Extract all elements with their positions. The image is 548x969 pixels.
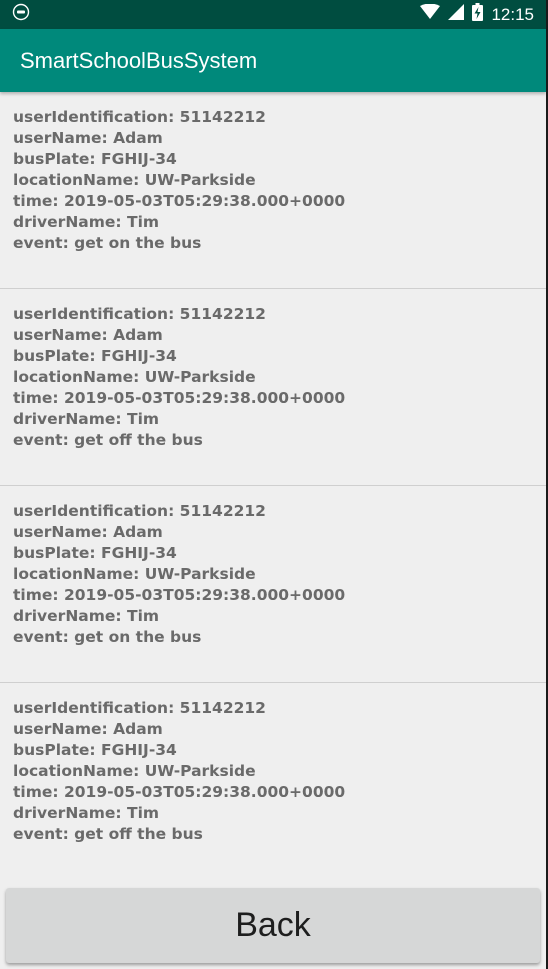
time-text: time: 2019-05-03T05:29:38.000+0000 [13, 586, 346, 604]
list-item[interactable]: userIdentification: 51142212 userName: A… [0, 683, 546, 879]
user-identification-text: userIdentification: 51142212 [13, 305, 266, 323]
list-item[interactable]: userIdentification: 51142212 userName: A… [0, 289, 546, 486]
bus-plate-text: busPlate: FGHIJ-34 [13, 544, 177, 562]
user-identification-text: userIdentification: 51142212 [13, 699, 266, 717]
user-name-text: userName: Adam [13, 326, 163, 344]
bus-plate-text: busPlate: FGHIJ-34 [13, 150, 177, 168]
list-item[interactable]: userIdentification: 51142212 userName: A… [0, 92, 546, 289]
user-name-text: userName: Adam [13, 523, 163, 541]
app-bar: SmartSchoolBusSystem [0, 29, 546, 92]
event-text: event: get off the bus [13, 431, 203, 449]
event-text: event: get on the bus [13, 234, 202, 252]
wifi-icon [420, 3, 441, 25]
status-bar: 12:15 [0, 0, 546, 29]
back-button-label: Back [235, 906, 311, 944]
time-text: time: 2019-05-03T05:29:38.000+0000 [13, 389, 346, 407]
user-identification-text: userIdentification: 51142212 [13, 108, 266, 126]
notification-icon [12, 3, 30, 26]
driver-name-text: driverName: Tim [13, 607, 160, 625]
location-name-text: locationName: UW-Parkside [13, 368, 256, 386]
bus-plate-text: busPlate: FGHIJ-34 [13, 347, 177, 365]
user-name-text: userName: Adam [13, 129, 163, 147]
driver-name-text: driverName: Tim [13, 213, 160, 231]
time-text: time: 2019-05-03T05:29:38.000+0000 [13, 192, 346, 210]
list-item[interactable]: userIdentification: 51142212 userName: A… [0, 486, 546, 683]
status-right: 12:15 [420, 3, 534, 26]
footer: Back [0, 879, 546, 969]
driver-name-text: driverName: Tim [13, 410, 160, 428]
bus-plate-text: busPlate: FGHIJ-34 [13, 741, 177, 759]
driver-name-text: driverName: Tim [13, 804, 160, 822]
location-name-text: locationName: UW-Parkside [13, 762, 256, 780]
back-button[interactable]: Back [6, 888, 540, 963]
phone-screen: 12:15 SmartSchoolBusSystem userIdentific… [0, 0, 546, 969]
location-name-text: locationName: UW-Parkside [13, 171, 256, 189]
records-list[interactable]: userIdentification: 51142212 userName: A… [0, 92, 546, 879]
location-name-text: locationName: UW-Parkside [13, 565, 256, 583]
time-text: time: 2019-05-03T05:29:38.000+0000 [13, 783, 346, 801]
battery-charging-icon [472, 3, 484, 26]
app-title: SmartSchoolBusSystem [20, 47, 258, 73]
event-text: event: get on the bus [13, 628, 202, 646]
status-left [12, 3, 30, 26]
user-identification-text: userIdentification: 51142212 [13, 502, 266, 520]
user-name-text: userName: Adam [13, 720, 163, 738]
event-text: event: get off the bus [13, 825, 203, 843]
cellular-signal-icon [448, 4, 465, 25]
status-time: 12:15 [491, 4, 534, 24]
